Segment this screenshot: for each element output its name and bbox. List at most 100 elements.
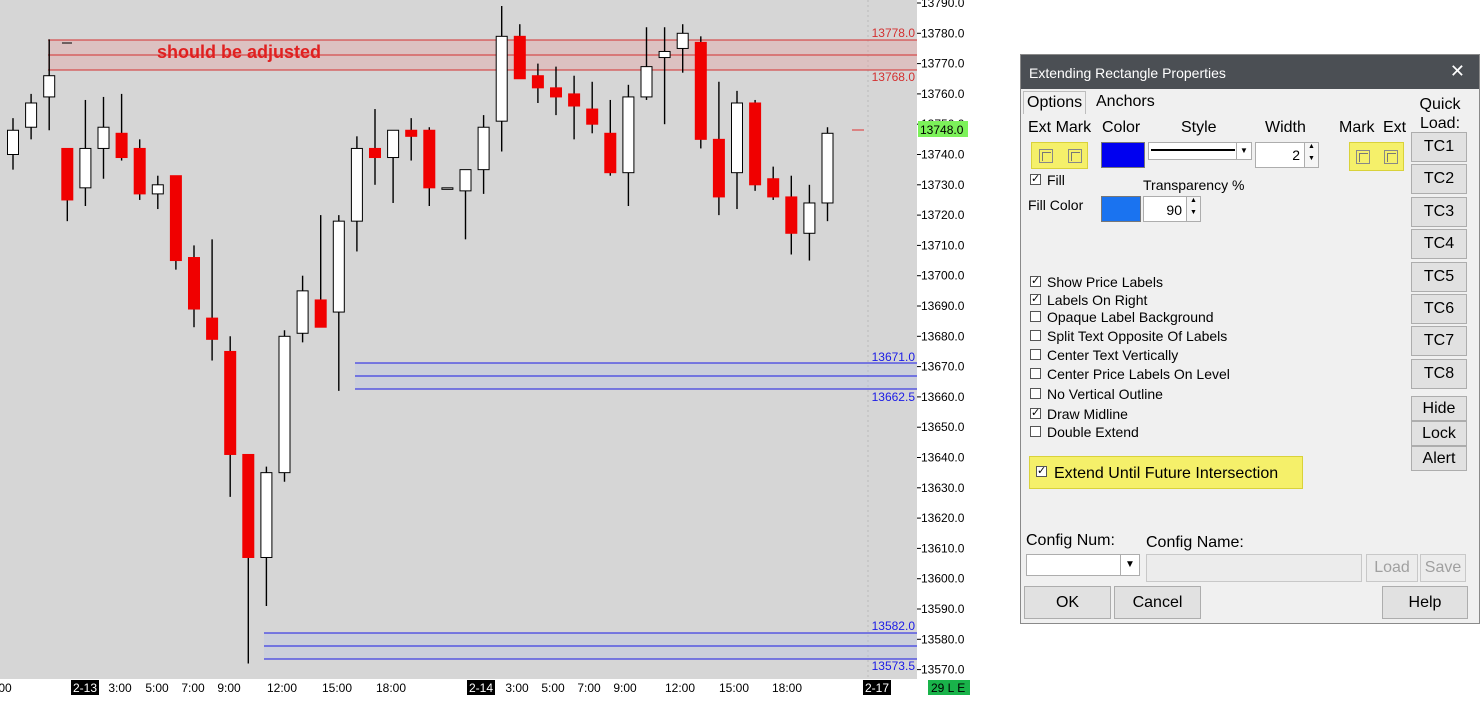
time-tick-label: 3:00 bbox=[505, 681, 529, 695]
quick-load-button-tc3[interactable]: TC3 bbox=[1411, 196, 1467, 227]
option-label: Center Text Vertically bbox=[1047, 347, 1179, 363]
price-tick-label: 13620.0 bbox=[921, 511, 965, 525]
time-tick-label: 5:00 bbox=[145, 681, 169, 695]
ext-left-checkbox[interactable] bbox=[1039, 149, 1053, 163]
candle bbox=[749, 99, 762, 191]
price-tick-label: 13590.0 bbox=[921, 602, 965, 616]
option-label: No Vertical Outline bbox=[1047, 386, 1163, 402]
lock-button[interactable]: Lock bbox=[1411, 421, 1467, 446]
price-tick-label: 13790.0 bbox=[921, 0, 965, 10]
option-label: Double Extend bbox=[1047, 424, 1139, 440]
close-icon[interactable]: ✕ bbox=[1450, 61, 1465, 82]
spin-down-icon[interactable]: ▼ bbox=[1304, 155, 1318, 167]
price-tick-label: 13600.0 bbox=[921, 572, 965, 586]
line-color-swatch[interactable] bbox=[1101, 142, 1145, 168]
quick-load-button-tc4[interactable]: TC4 bbox=[1411, 229, 1467, 260]
middle-rect-top-label: 13671.0 bbox=[872, 350, 916, 364]
option-checkbox[interactable] bbox=[1030, 330, 1041, 341]
time-tick-label: 7:00 bbox=[181, 681, 205, 695]
quick-load-button-tc8[interactable]: TC8 bbox=[1411, 358, 1467, 389]
quick-load-button-tc5[interactable]: TC5 bbox=[1411, 261, 1467, 292]
line-width-stepper[interactable]: 2 ▲ ▼ bbox=[1255, 142, 1319, 168]
price-tick-label: 13660.0 bbox=[921, 390, 965, 404]
time-tick-label: 5:00 bbox=[541, 681, 565, 695]
ext-mark-header: Ext Mark bbox=[1028, 119, 1092, 136]
time-tick-label: 15:00 bbox=[322, 681, 352, 695]
mark-ext-header: Mark Ext bbox=[1339, 119, 1407, 136]
price-tick-label: 13610.0 bbox=[921, 541, 965, 555]
tab-anchors[interactable]: Anchors bbox=[1093, 91, 1158, 113]
config-num-select[interactable]: ▼ bbox=[1026, 554, 1140, 576]
lower-extending-rectangle[interactable] bbox=[264, 632, 917, 660]
width-header: Width bbox=[1265, 119, 1306, 136]
time-tick-label: 15:00 bbox=[719, 681, 749, 695]
time-tick-label: 7:00 bbox=[577, 681, 601, 695]
price-tick-label: 13650.0 bbox=[921, 420, 965, 434]
quick-load-button-tc7[interactable]: TC7 bbox=[1411, 326, 1467, 357]
option-checkbox[interactable] bbox=[1030, 388, 1041, 399]
ok-button[interactable]: OK bbox=[1024, 586, 1111, 619]
price-tick-label: 13770.0 bbox=[921, 57, 965, 71]
candle bbox=[278, 330, 291, 482]
dialog-title: Extending Rectangle Properties bbox=[1029, 65, 1226, 81]
mark-left-checkbox[interactable] bbox=[1068, 149, 1082, 163]
line-style-dropdown[interactable]: ▼ bbox=[1148, 142, 1252, 160]
price-tick-label: 13670.0 bbox=[921, 360, 965, 374]
alert-button[interactable]: Alert bbox=[1411, 446, 1467, 471]
ext-mark-left-highlight bbox=[1031, 142, 1088, 169]
fill-color-swatch[interactable] bbox=[1101, 196, 1141, 222]
option-checkbox[interactable] bbox=[1030, 426, 1041, 437]
time-tick-label: 18:00 bbox=[376, 681, 406, 695]
option-checkbox[interactable]: ✓ bbox=[1030, 276, 1041, 287]
extend-until-intersection-checkbox[interactable]: ✓ bbox=[1036, 466, 1047, 477]
mark-ext-right-highlight bbox=[1349, 142, 1404, 171]
extend-option-highlight: ✓ Extend Until Future Intersection bbox=[1029, 456, 1303, 489]
load-button[interactable]: Load bbox=[1366, 554, 1418, 582]
price-tick-label: 13680.0 bbox=[921, 329, 965, 343]
spin-up-icon[interactable]: ▲ bbox=[1304, 143, 1318, 155]
cancel-button[interactable]: Cancel bbox=[1114, 586, 1201, 619]
quick-load-button-tc6[interactable]: TC6 bbox=[1411, 294, 1467, 324]
option-label: Center Price Labels On Level bbox=[1047, 366, 1230, 382]
hide-button[interactable]: Hide bbox=[1411, 396, 1467, 421]
transparency-stepper[interactable]: 90 ▲ ▼ bbox=[1143, 196, 1201, 222]
price-tick-label: 13710.0 bbox=[921, 238, 965, 252]
ext-right-checkbox[interactable] bbox=[1384, 150, 1398, 164]
config-name-input[interactable] bbox=[1146, 554, 1362, 582]
time-tick-label: 9:00 bbox=[613, 681, 637, 695]
quick-load-button-tc2[interactable]: TC2 bbox=[1411, 164, 1467, 195]
price-chart[interactable]: should be adjusted 13778.0 13768.0 13671… bbox=[0, 0, 975, 701]
spin-down-icon[interactable]: ▼ bbox=[1186, 209, 1200, 221]
style-header: Style bbox=[1181, 119, 1217, 136]
mark-right-checkbox[interactable] bbox=[1356, 150, 1370, 164]
price-tick-label: 13580.0 bbox=[921, 632, 965, 646]
option-label: Opaque Label Background bbox=[1047, 309, 1214, 325]
dialog-titlebar[interactable]: Extending Rectangle Properties ✕ bbox=[1021, 55, 1479, 89]
option-label: Labels On Right bbox=[1047, 292, 1148, 308]
price-tick-label: 13640.0 bbox=[921, 451, 965, 465]
fill-checkbox[interactable]: ✓ bbox=[1030, 174, 1041, 185]
help-button[interactable]: Help bbox=[1382, 586, 1468, 619]
upper-rect-bottom-label: 13768.0 bbox=[872, 70, 916, 84]
option-checkbox[interactable] bbox=[1030, 368, 1041, 379]
price-tick-label: 13780.0 bbox=[921, 26, 965, 40]
quick-load-button-tc1[interactable]: TC1 bbox=[1411, 132, 1467, 162]
option-checkbox[interactable]: ✓ bbox=[1030, 294, 1041, 305]
time-tick-label: 18:00 bbox=[772, 681, 802, 695]
chevron-down-icon: ▼ bbox=[1236, 143, 1251, 159]
time-tick-label: 9:00 bbox=[217, 681, 241, 695]
middle-rect-bottom-label: 13662.5 bbox=[872, 390, 916, 404]
spin-up-icon[interactable]: ▲ bbox=[1186, 197, 1200, 209]
lower-rect-top-label: 13582.0 bbox=[872, 619, 916, 633]
tab-options[interactable]: Options bbox=[1023, 91, 1087, 114]
price-tick-label: 13720.0 bbox=[921, 208, 965, 222]
time-tick-label: 12:00 bbox=[665, 681, 695, 695]
config-num-label: Config Num: bbox=[1026, 532, 1115, 549]
save-button[interactable]: Save bbox=[1420, 554, 1466, 582]
annotation-text: should be adjusted bbox=[157, 42, 321, 62]
option-checkbox[interactable] bbox=[1030, 349, 1041, 360]
option-checkbox[interactable]: ✓ bbox=[1030, 408, 1041, 419]
extend-until-intersection-label: Extend Until Future Intersection bbox=[1054, 465, 1279, 482]
middle-extending-rectangle[interactable] bbox=[355, 362, 917, 390]
option-checkbox[interactable] bbox=[1030, 311, 1041, 322]
